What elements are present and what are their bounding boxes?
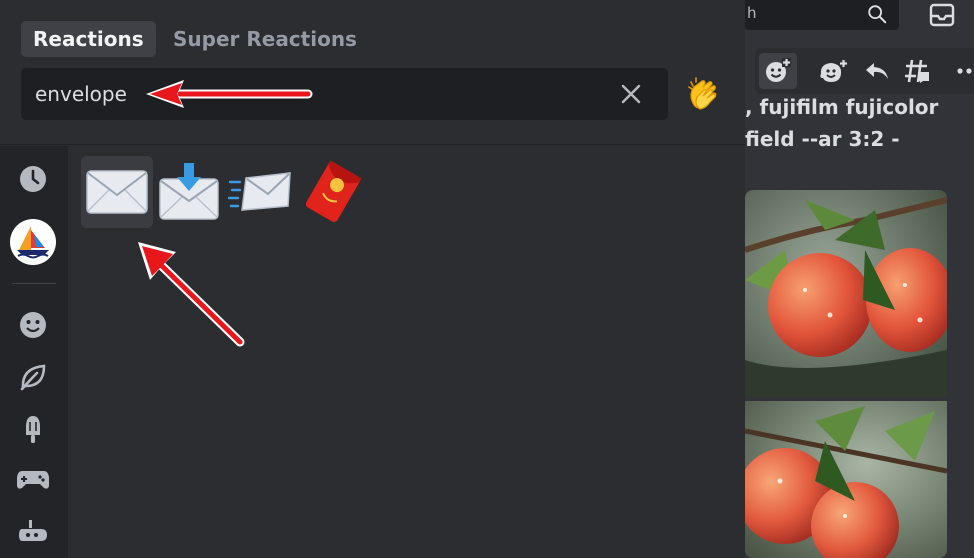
super-reaction-icon xyxy=(820,60,847,82)
travel-submarine-icon xyxy=(19,520,47,541)
search-icon[interactable] xyxy=(866,3,888,25)
envelope-emoji-icon xyxy=(86,170,148,214)
tab-reactions[interactable]: Reactions xyxy=(21,21,156,57)
thread-icon xyxy=(905,59,929,83)
nature-leaf-icon xyxy=(20,364,46,391)
category-people[interactable] xyxy=(12,304,54,346)
skin-tone-clap-button[interactable] xyxy=(681,72,727,118)
emoji-search-box xyxy=(21,68,668,120)
red-envelope-emoji-icon xyxy=(305,160,362,223)
create-thread-button[interactable] xyxy=(898,53,936,89)
emoji-envelope-with-arrow[interactable] xyxy=(153,156,225,228)
add-super-reaction-button[interactable] xyxy=(814,53,852,89)
category-nature[interactable] xyxy=(12,356,54,398)
food-popsicle-icon xyxy=(26,416,40,443)
reply-icon xyxy=(866,63,888,79)
envelope-with-arrow-emoji-icon xyxy=(159,163,219,220)
emoji-incoming-envelope[interactable] xyxy=(225,156,297,228)
category-food[interactable] xyxy=(12,408,54,450)
category-server[interactable] xyxy=(9,218,57,266)
people-smiley-icon xyxy=(20,312,46,338)
inbox-icon[interactable] xyxy=(928,2,956,28)
channel-search-box[interactable]: h xyxy=(745,0,899,30)
clear-search-icon[interactable] xyxy=(619,82,643,106)
activities-gamepad-icon xyxy=(17,471,49,489)
clap-emoji-icon xyxy=(688,77,717,110)
message-prompt-text: , fujifilm fujicolor field --ar 3:2 - xyxy=(745,91,974,155)
peach-image-bottom[interactable] xyxy=(745,401,947,558)
tab-super-reactions[interactable]: Super Reactions xyxy=(161,21,369,57)
emoji-picker: Reactions Super Reactions xyxy=(0,0,745,558)
emoji-envelope[interactable] xyxy=(81,156,153,228)
category-divider xyxy=(12,283,56,284)
category-travel[interactable] xyxy=(12,510,54,552)
emoji-red-envelope[interactable] xyxy=(297,156,369,228)
add-reaction-button[interactable] xyxy=(759,53,797,89)
message-line: , fujifilm fujicolor xyxy=(745,95,939,119)
channel-search-text: h xyxy=(747,4,757,22)
more-options-button[interactable] xyxy=(950,53,974,89)
recent-clock-icon xyxy=(20,166,46,192)
category-recent[interactable] xyxy=(12,158,54,200)
channel-view: h , fujifilm fujicolor field --ar 3:2 - xyxy=(745,0,974,558)
more-dots-icon xyxy=(957,68,972,74)
server-sailboat-icon xyxy=(10,219,56,265)
peach-image-top[interactable] xyxy=(745,190,947,397)
attachment-image-grid[interactable] xyxy=(745,190,947,558)
incoming-envelope-emoji-icon xyxy=(228,172,291,211)
emoji-results-grid xyxy=(68,146,745,558)
message-toolbar xyxy=(755,48,974,94)
category-activities[interactable] xyxy=(12,458,54,500)
emoji-picker-header: Reactions Super Reactions xyxy=(0,0,745,145)
emoji-search-input[interactable] xyxy=(35,68,605,120)
emoji-category-sidebar xyxy=(0,146,68,558)
message-line: field --ar 3:2 - xyxy=(745,127,900,151)
reply-button[interactable] xyxy=(858,53,896,89)
add-reaction-icon xyxy=(766,58,791,82)
